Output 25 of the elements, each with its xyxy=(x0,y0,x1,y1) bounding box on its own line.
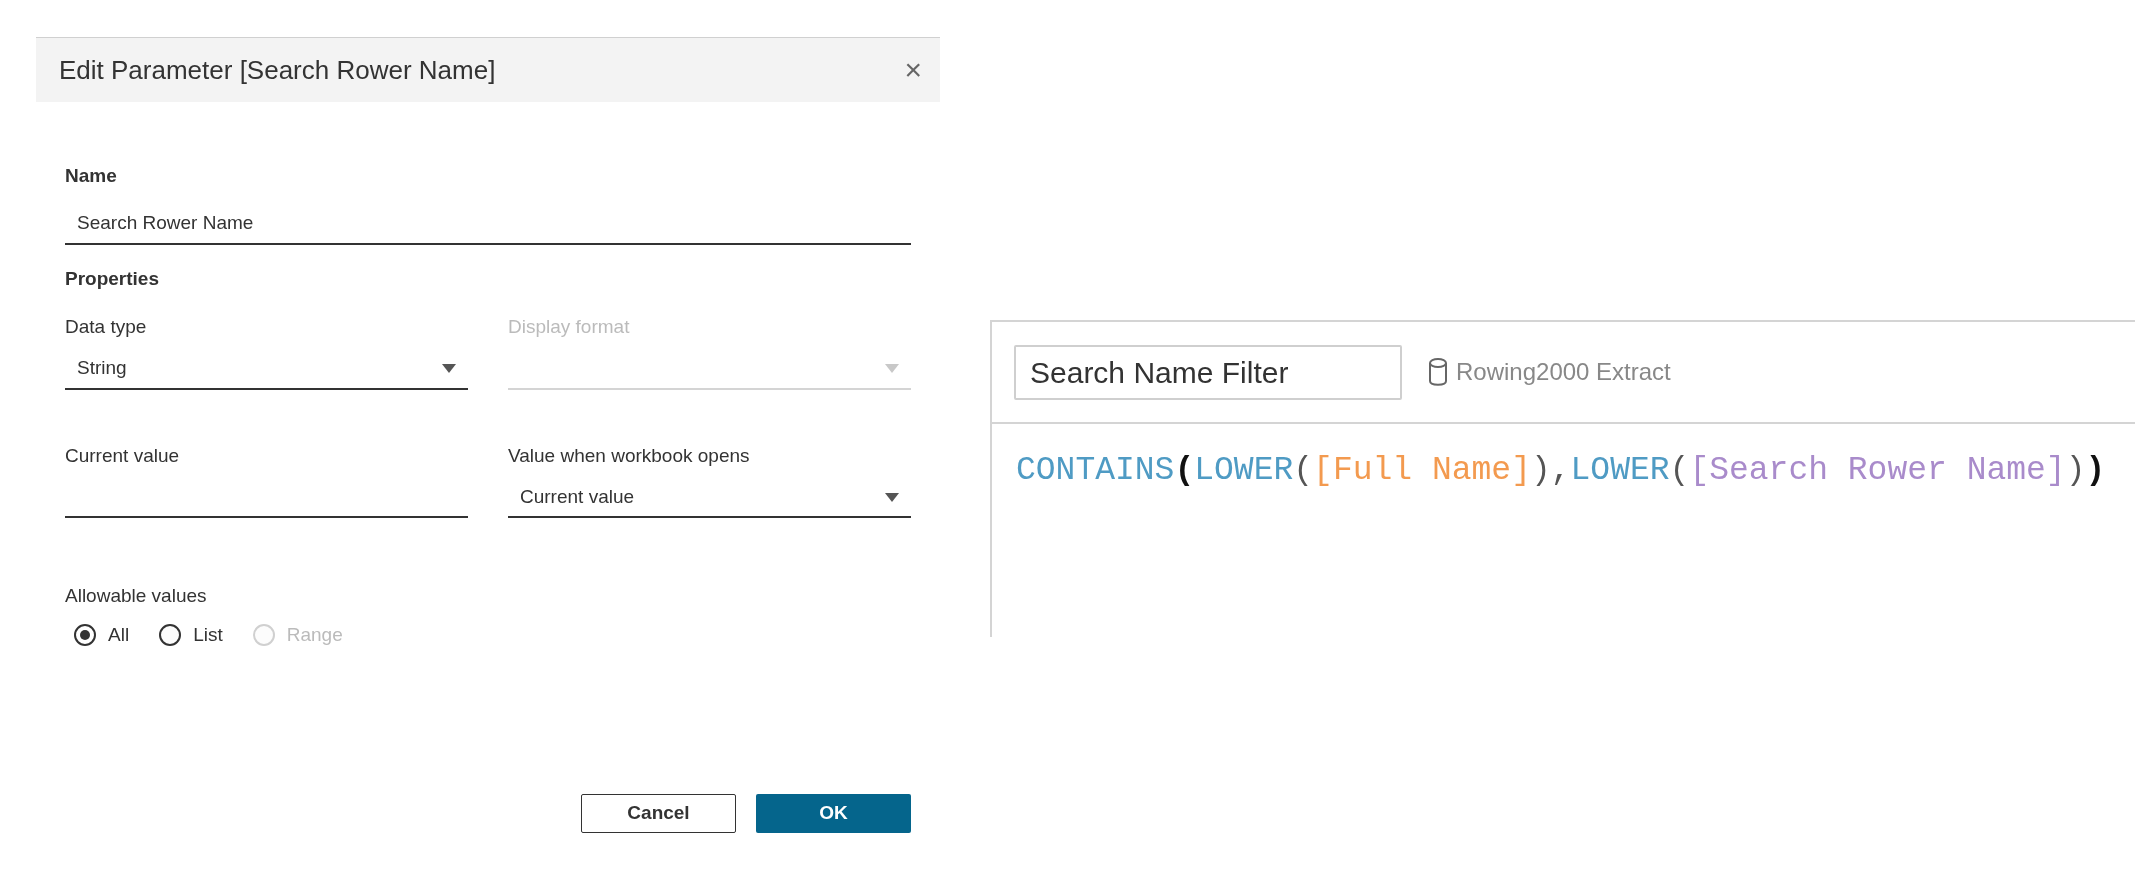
workbook-open-value-dropdown[interactable]: Current value xyxy=(508,478,911,518)
radio-label[interactable]: All xyxy=(108,620,130,649)
dropdown-caret-icon xyxy=(885,364,899,373)
field-label: Current value xyxy=(65,443,181,468)
field-label: Allowable values xyxy=(65,584,208,608)
field-label: Name xyxy=(65,164,118,188)
cancel-button[interactable]: Cancel xyxy=(581,794,736,833)
radio-button[interactable] xyxy=(74,623,96,646)
dropdown-caret-icon xyxy=(885,492,899,502)
field-label: Value when workbook opens xyxy=(508,443,751,468)
field-label: Data type xyxy=(65,315,148,339)
data-source-name: Rowing2000 Extract xyxy=(1456,357,1671,387)
ok-button[interactable]: OK xyxy=(756,794,911,833)
name-input-field[interactable]: Search Rower Name xyxy=(65,204,911,245)
data-type-dropdown[interactable]: String xyxy=(65,349,468,390)
dialog-title: Edit Parameter [Search Rower Name] xyxy=(59,53,496,87)
formula-text[interactable]: CONTAINS(LOWER([Full Name]),LOWER([Search Rower Name])) xyxy=(1016,446,2135,496)
section-heading: Properties xyxy=(65,266,160,291)
radio-button[interactable] xyxy=(159,623,182,646)
calculation-name-field[interactable]: Search Name Filter xyxy=(1014,344,1402,400)
field-label: Display format xyxy=(508,315,631,339)
close-button[interactable]: × xyxy=(900,55,926,85)
dropdown-caret-icon xyxy=(442,364,456,373)
database-icon xyxy=(1428,358,1448,386)
radio-label[interactable]: List xyxy=(193,620,223,649)
